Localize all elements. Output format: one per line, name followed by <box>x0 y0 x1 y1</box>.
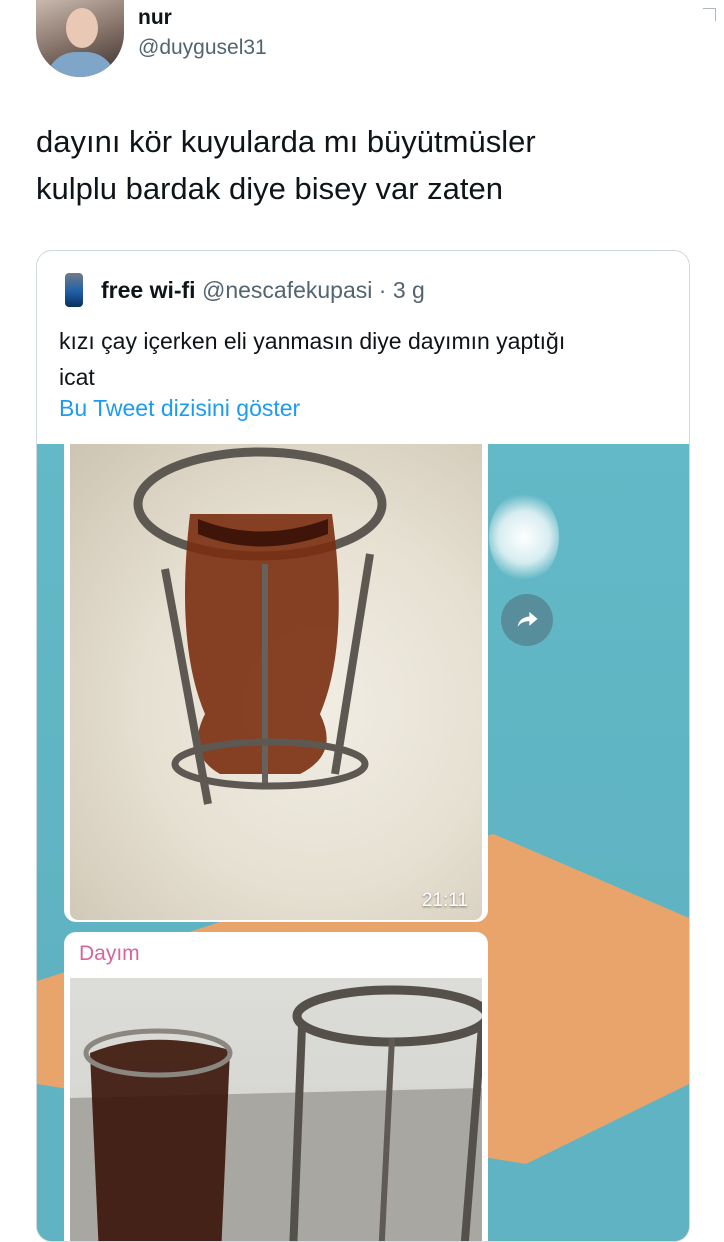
message-timestamp: 21:11 <box>421 890 468 911</box>
tweet-text-line: dayını kör kuyularda mı büyütmüsler <box>36 124 536 159</box>
chat-photo-glass-and-holder[interactable] <box>70 978 482 1241</box>
meta-separator: · <box>378 277 387 303</box>
tea-glass-holder-drawing <box>133 447 387 805</box>
wallpaper-cloud <box>489 492 559 582</box>
tweet-text: dayını kör kuyularda mı büyütmüsler kulp… <box>36 118 696 212</box>
quoted-tweet-header: free wi-fi @nescafekupasi · 3 g <box>101 277 425 304</box>
quoted-text-line: kızı çay içerken eli yanmasın diye dayım… <box>59 328 566 354</box>
tweet-text-line: kulplu bardak diye bisey var zaten <box>36 171 503 206</box>
author-avatar[interactable] <box>36 0 124 77</box>
quoted-author-name[interactable]: free wi-fi <box>101 277 196 303</box>
avatar-shirt <box>46 52 116 77</box>
quoted-tweet-age[interactable]: 3 g <box>393 277 425 303</box>
author-name[interactable]: nur <box>138 6 172 30</box>
avatar-face <box>66 8 98 48</box>
quoted-text-line: icat <box>59 364 95 390</box>
show-thread-link[interactable]: Bu Tweet dizisini göster <box>59 395 300 422</box>
chat-photo-tea-glass-in-holder[interactable]: 21:11 <box>70 444 482 920</box>
quoted-tweet-card[interactable]: free wi-fi @nescafekupasi · 3 g kızı çay… <box>36 250 690 1242</box>
message-sender-name: Dayım <box>79 942 140 965</box>
author-handle[interactable]: @duygusel31 <box>138 36 267 60</box>
quoted-author-handle[interactable]: @nescafekupasi <box>202 277 372 303</box>
quoted-author-avatar[interactable] <box>65 273 83 307</box>
forward-arrow-icon[interactable] <box>501 594 553 646</box>
more-chevron-icon[interactable] <box>703 8 716 21</box>
quoted-tweet-media[interactable]: 21:11 Dayım <box>37 444 689 1241</box>
glass-and-holder-drawing <box>70 985 482 1241</box>
quoted-tweet-text: kızı çay içerken eli yanmasın diye dayım… <box>59 323 659 395</box>
